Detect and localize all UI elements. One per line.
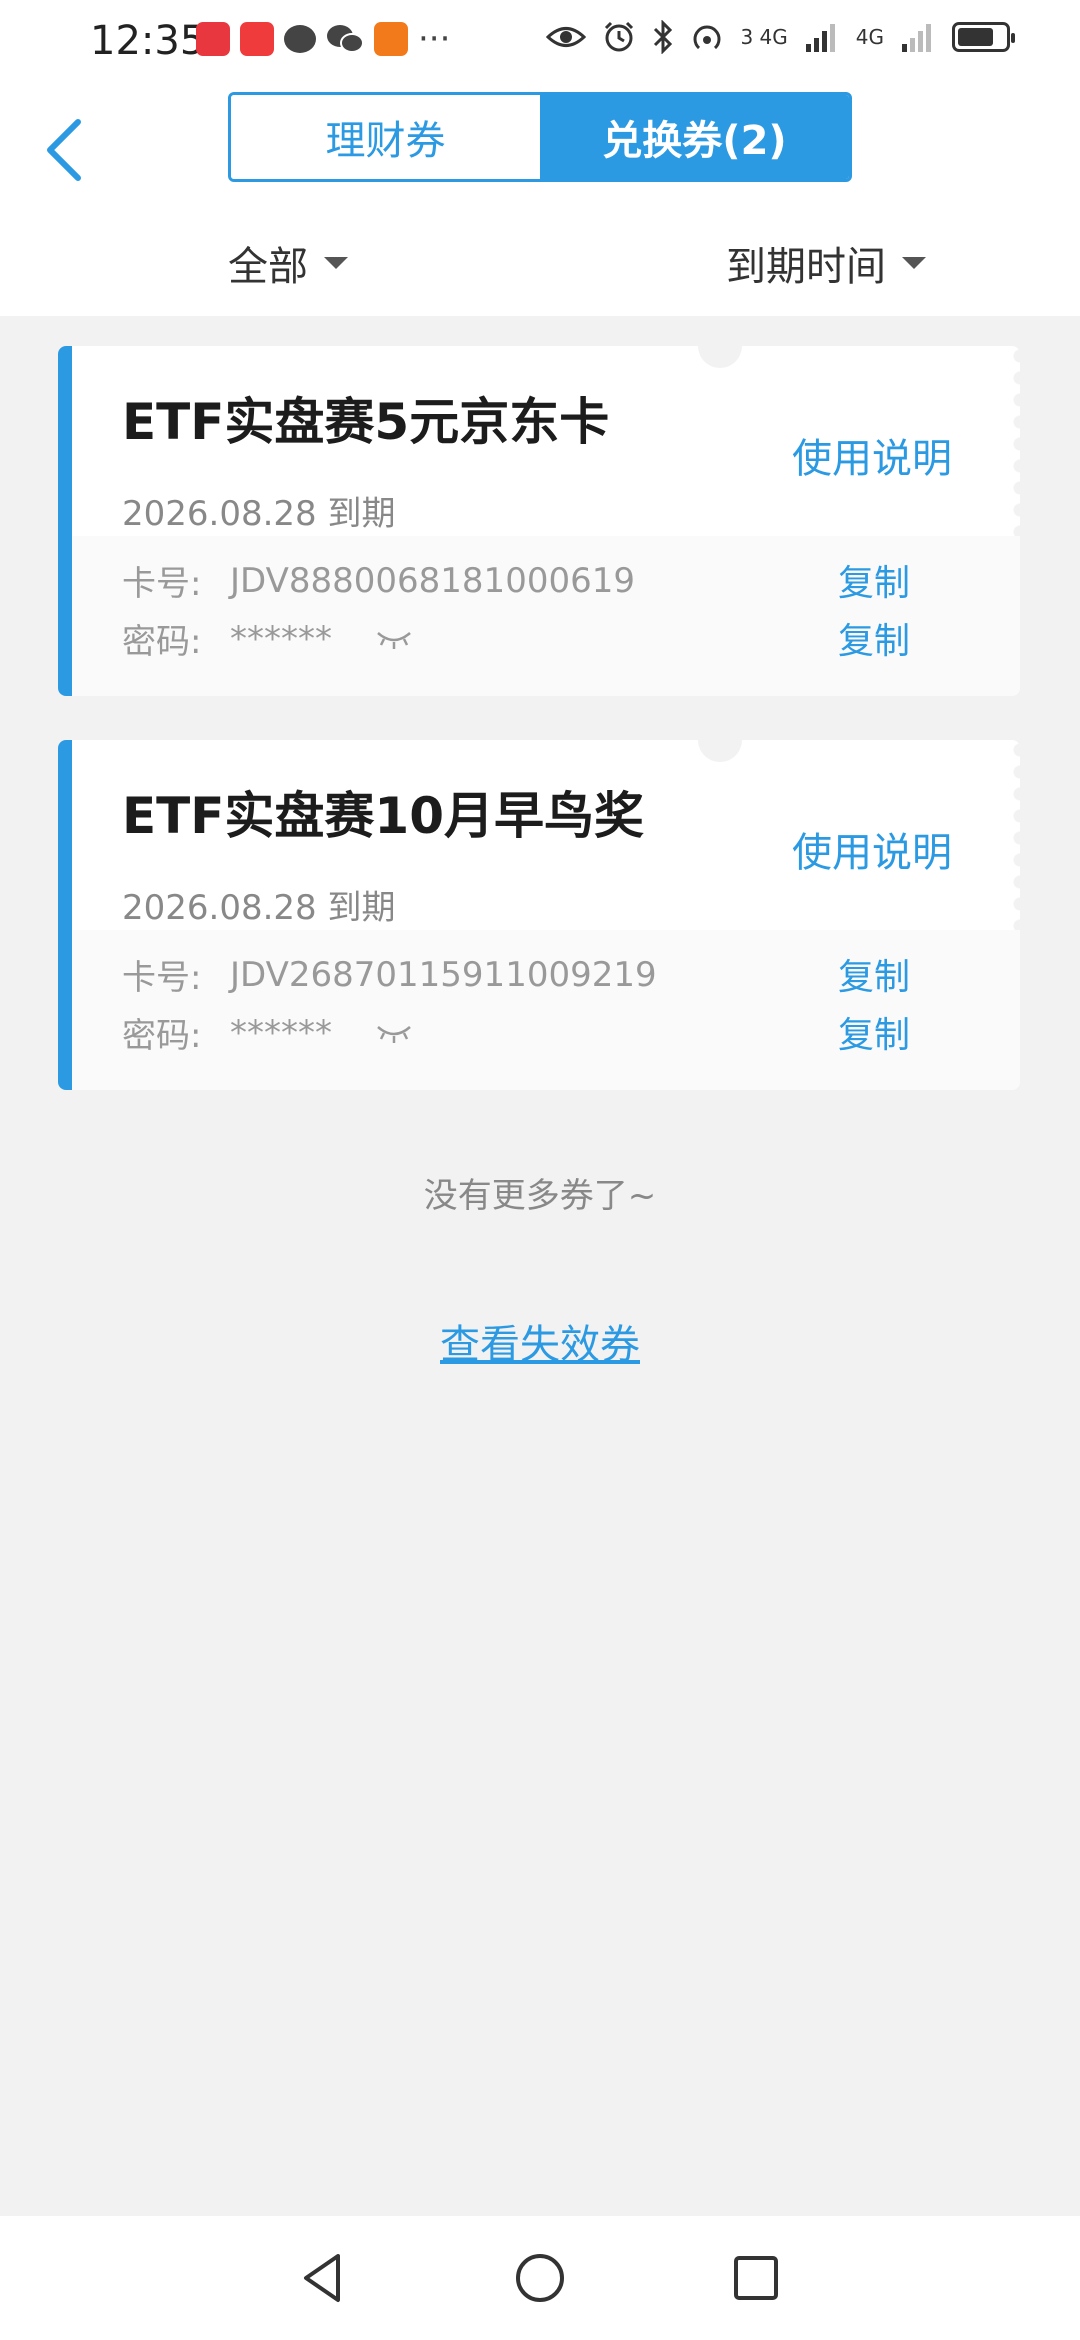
status-time: 12:35 <box>90 18 206 64</box>
sort-filter[interactable]: 到期时间 <box>726 234 926 292</box>
card-notch <box>698 346 742 368</box>
category-filter-label: 全部 <box>228 244 308 290</box>
card-number-label: 卡号: <box>122 564 202 604</box>
usage-instructions-link[interactable]: 使用说明 <box>792 820 952 878</box>
password-row: 密码: ****** <box>122 614 412 663</box>
coupon-card: ETF实盘赛10月早鸟奖 2026.08.28 到期 使用说明 卡号: JDV2… <box>58 740 1020 1090</box>
coupon-type-tabs: 理财券 兑换券(2) <box>228 92 852 182</box>
signal-label-1: 3 4G <box>740 25 788 49</box>
usage-instructions-link[interactable]: 使用说明 <box>792 426 952 484</box>
orange-app-icon <box>374 22 408 56</box>
password-label: 密码: <box>122 1016 202 1056</box>
nav-recents-icon[interactable] <box>728 2250 784 2306</box>
signal-icon <box>805 24 835 52</box>
status-indicators: 3 4G 4G <box>546 20 1015 54</box>
battery-icon <box>952 22 1015 52</box>
nav-back-icon[interactable] <box>296 2250 352 2306</box>
message-icon <box>284 25 316 53</box>
hotspot-icon <box>693 25 721 50</box>
page-header: 理财券 兑换券(2) 全部 到期时间 <box>0 84 1080 316</box>
password-label: 密码: <box>122 622 202 662</box>
huawei-app-icon <box>240 22 274 56</box>
password-value: ****** <box>230 1012 332 1053</box>
tab-wealth-coupons[interactable]: 理财券 <box>231 95 540 179</box>
signal-label-2: 4G <box>855 25 884 49</box>
nav-home-icon[interactable] <box>512 2250 568 2306</box>
copy-password-button[interactable]: 复制 <box>838 612 910 664</box>
eye-comfort-icon <box>546 27 587 47</box>
status-bar: 12:35 ··· 3 4G 4G <box>0 0 1080 84</box>
wechat-icon <box>327 25 364 53</box>
view-expired-coupons-link[interactable]: 查看失效券 <box>0 1312 1080 1370</box>
category-filter[interactable]: 全部 <box>228 234 348 292</box>
card-notch <box>698 740 742 762</box>
coupon-card: ETF实盘赛5元京东卡 2026.08.28 到期 使用说明 卡号: JDV88… <box>58 346 1020 696</box>
bluetooth-icon <box>654 20 673 54</box>
coupon-expiry: 2026.08.28 到期 <box>122 888 396 928</box>
battery-level <box>958 28 993 46</box>
coupon-details: 卡号: JDV8880068181000619 密码: ****** 复制 复制 <box>72 536 1020 696</box>
copy-password-button[interactable]: 复制 <box>838 1006 910 1058</box>
card-number-label: 卡号: <box>122 958 202 998</box>
copy-card-number-button[interactable]: 复制 <box>838 554 910 606</box>
card-number-row: 卡号: JDV26870115911009219 <box>122 950 657 999</box>
card-number-value: JDV26870115911009219 <box>230 954 657 995</box>
system-nav-bar <box>0 2216 1080 2340</box>
signal-icon-2 <box>902 24 931 52</box>
coupon-details: 卡号: JDV26870115911009219 密码: ****** 复制 复… <box>72 930 1020 1090</box>
news-app-icon <box>196 22 230 56</box>
more-notifications-icon: ··· <box>418 19 451 59</box>
notification-icons: ··· <box>196 22 450 56</box>
card-number-row: 卡号: JDV8880068181000619 <box>122 556 635 605</box>
back-button[interactable] <box>40 104 100 194</box>
chevron-down-icon <box>324 257 348 269</box>
card-number-value: JDV8880068181000619 <box>230 560 635 601</box>
eye-closed-icon[interactable] <box>376 1021 412 1045</box>
coupon-title: ETF实盘赛10月早鸟奖 <box>122 787 644 845</box>
password-value: ****** <box>230 618 332 659</box>
eye-closed-icon[interactable] <box>376 627 412 651</box>
password-row: 密码: ****** <box>122 1008 412 1057</box>
sort-filter-label: 到期时间 <box>726 244 886 290</box>
coupon-expiry: 2026.08.28 到期 <box>122 494 396 534</box>
alarm-icon <box>605 21 634 52</box>
copy-card-number-button[interactable]: 复制 <box>838 948 910 1000</box>
tab-exchange-coupons[interactable]: 兑换券(2) <box>540 95 849 179</box>
chevron-down-icon <box>902 257 926 269</box>
coupon-title: ETF实盘赛5元京东卡 <box>122 393 610 451</box>
no-more-coupons-text: 没有更多券了~ <box>423 1176 657 1216</box>
